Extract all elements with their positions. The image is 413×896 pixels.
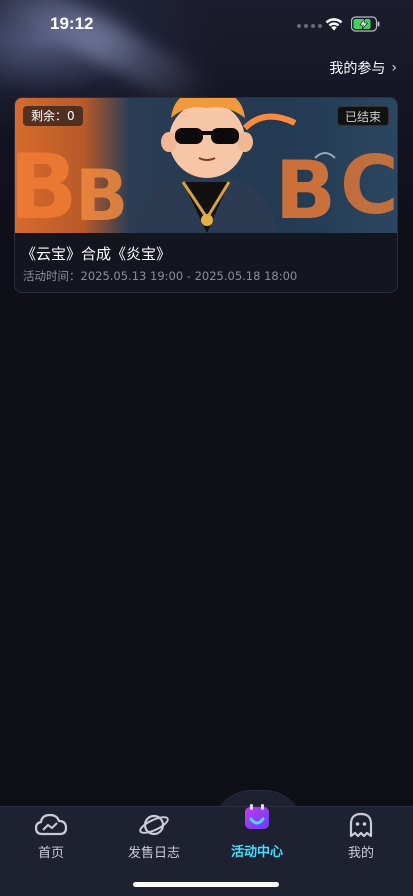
calendar-icon <box>245 804 269 829</box>
my-participation-label: 我的参与 <box>329 61 386 77</box>
cloud-icon <box>34 813 68 836</box>
ghost-icon <box>349 812 373 838</box>
battery-charging-icon <box>351 16 380 32</box>
svg-text:B: B <box>275 144 336 233</box>
svg-text:B: B <box>75 155 128 233</box>
status-time: 19:12 <box>50 14 94 33</box>
svg-text:B: B <box>15 135 78 233</box>
activity-title: 《云宝》合成《炎宝》 <box>21 245 172 263</box>
signal-dots-icon <box>297 24 322 28</box>
status-badge: 已结束 <box>336 106 389 126</box>
my-participation-link[interactable]: 我的参与 › <box>329 58 397 78</box>
status-bar: 19:12 <box>0 0 413 50</box>
svg-text:C: C <box>340 139 397 232</box>
tab-mine-label: 我的 <box>347 846 374 861</box>
home-indicator[interactable] <box>133 882 279 887</box>
tab-activity-center-label: 活动中心 <box>230 845 283 860</box>
activity-card[interactable]: B B B C 剩余：0 已结束 《云宝》合成《炎宝》 活动时间：2025.05… <box>14 97 398 293</box>
chevron-right-icon: › <box>391 60 397 76</box>
tab-mine[interactable]: 我的 <box>316 812 406 861</box>
remaining-badge: 剩余：0 <box>23 106 83 126</box>
tab-sales-log[interactable]: 发售日志 <box>109 812 199 861</box>
tab-activity-center[interactable]: 活动中心 <box>212 803 302 860</box>
activity-time: 活动时间：2025.05.13 19:00 - 2025.05.18 18:00 <box>23 269 298 283</box>
tab-home[interactable]: 首页 <box>6 812 96 861</box>
planet-icon <box>139 814 169 836</box>
wifi-icon <box>325 18 343 31</box>
activity-banner-image: B B B C 剩余：0 已结束 <box>15 98 397 233</box>
tab-sales-log-label: 发售日志 <box>127 846 180 861</box>
tab-home-label: 首页 <box>37 846 64 861</box>
